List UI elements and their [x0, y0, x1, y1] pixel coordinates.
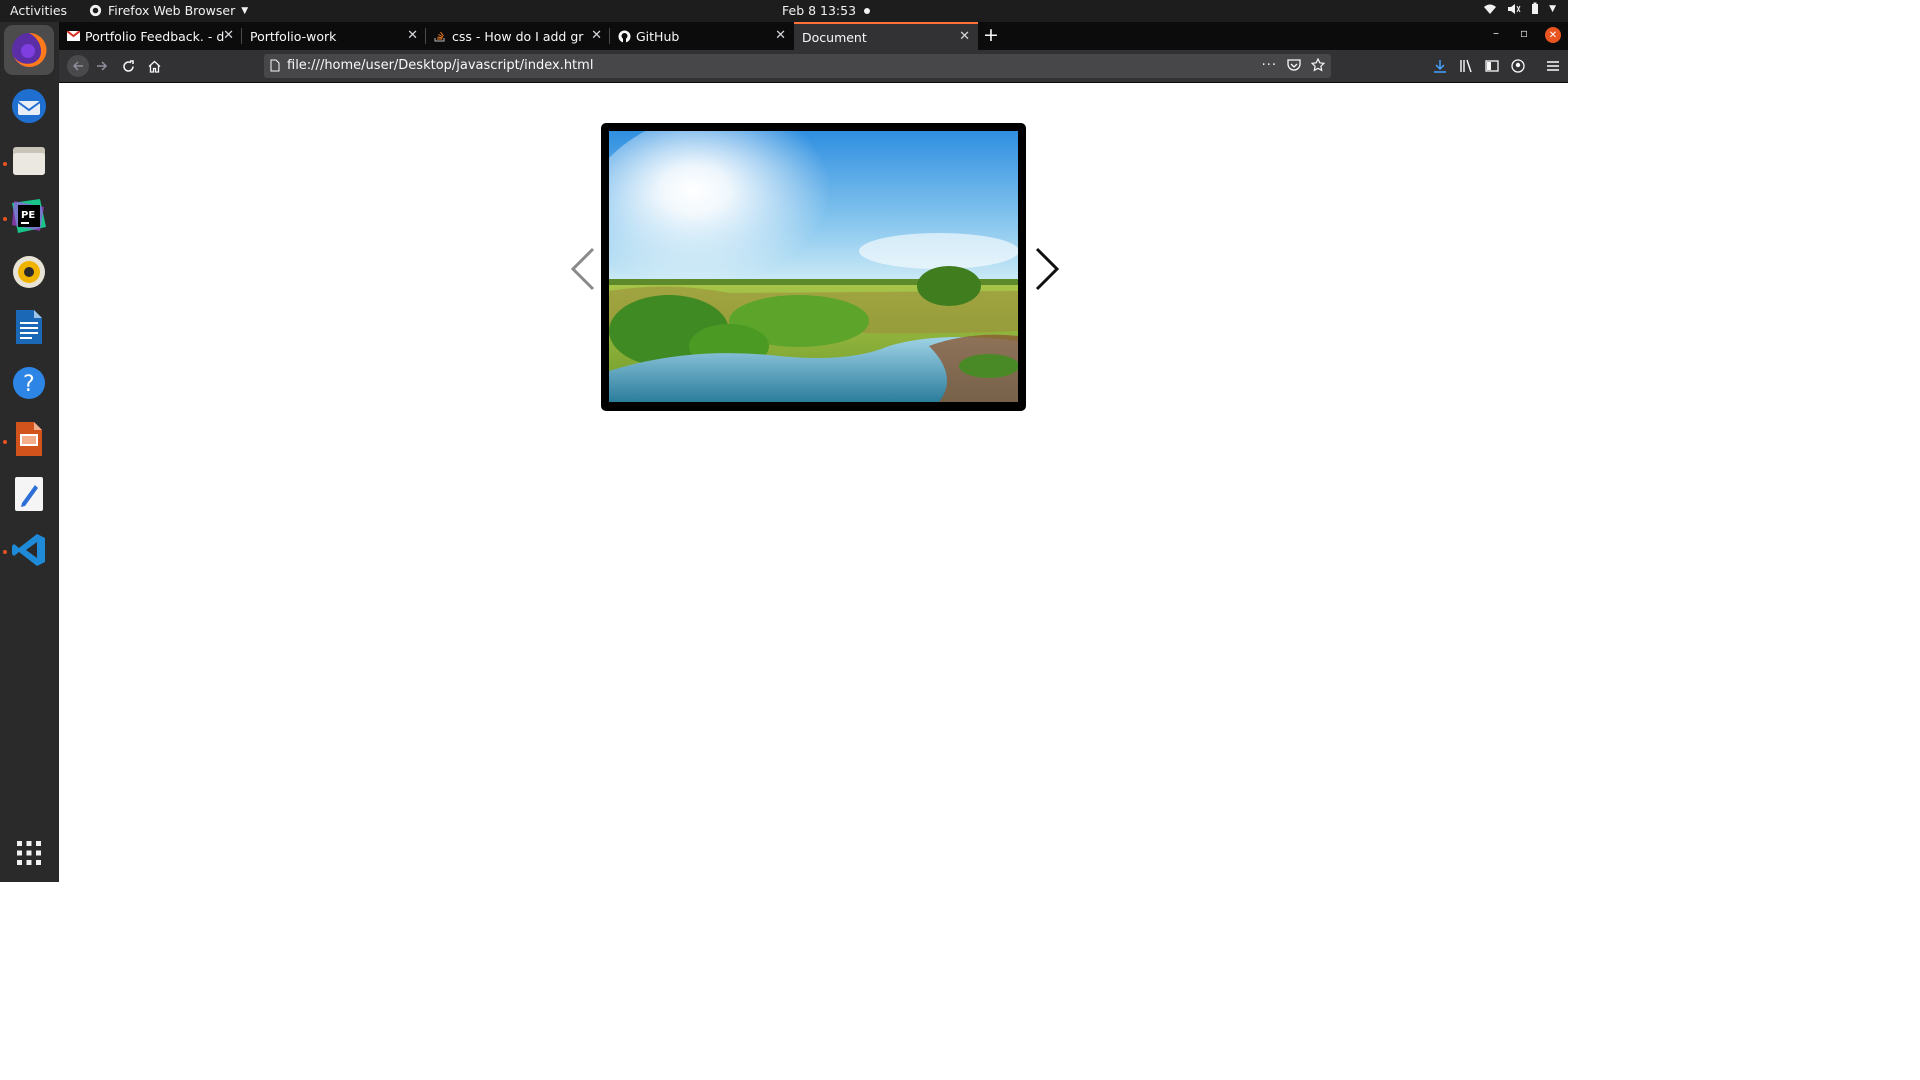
- url-actions: ···: [1262, 58, 1325, 73]
- back-button[interactable]: [67, 55, 89, 77]
- rhythmbox-icon: [13, 256, 45, 288]
- running-indicator: [3, 550, 7, 554]
- wifi-icon: [1484, 4, 1497, 14]
- page-icon: [270, 59, 280, 72]
- tab-title: Portfolio Feedback. - dal: [85, 28, 225, 44]
- close-icon[interactable]: ✕: [591, 28, 602, 43]
- chevron-left-icon: [570, 247, 595, 291]
- slider-frame: [601, 123, 1026, 411]
- nav-bar: file:///home/user/Desktop/javascript/ind…: [59, 50, 1568, 83]
- gmail-icon: [67, 31, 80, 41]
- minimize-button[interactable]: –: [1493, 26, 1499, 40]
- clock-label: Feb 8 13:53: [782, 3, 857, 18]
- arrow-left-icon: [72, 61, 83, 71]
- thunderbird-icon: [12, 89, 46, 123]
- battery-icon: [1532, 2, 1539, 14]
- sidebar-icon[interactable]: [1485, 59, 1499, 73]
- caret-down-icon: ▼: [241, 5, 249, 16]
- tab-document[interactable]: Document ✕: [794, 22, 978, 50]
- close-window-button[interactable]: ✕: [1545, 27, 1561, 43]
- running-indicator: [3, 162, 7, 166]
- tab-portfolio-work[interactable]: Portfolio-work ✕: [242, 22, 426, 50]
- pocket-icon[interactable]: [1287, 58, 1301, 72]
- chevron-right-icon: [1035, 247, 1060, 291]
- firefox-icon: [12, 32, 47, 67]
- arrow-right-icon: [97, 61, 108, 71]
- impress-icon: [16, 422, 42, 456]
- forward-button[interactable]: [93, 57, 111, 75]
- tab-github[interactable]: GitHub ✕: [610, 22, 794, 50]
- url-bar[interactable]: file:///home/user/Desktop/javascript/ind…: [264, 54, 1331, 78]
- github-icon: [618, 30, 631, 43]
- tab-title: GitHub: [636, 28, 680, 44]
- close-icon[interactable]: ✕: [959, 29, 970, 44]
- svg-text:PE: PE: [21, 210, 35, 221]
- new-tab-button[interactable]: +: [983, 24, 999, 46]
- reload-icon: [122, 59, 134, 72]
- page-actions-icon[interactable]: ···: [1262, 58, 1277, 73]
- activities-button[interactable]: Activities: [10, 3, 67, 18]
- system-tray[interactable]: ▼: [1483, 2, 1556, 15]
- tab-title: Document: [802, 29, 867, 45]
- download-icon[interactable]: [1433, 59, 1447, 73]
- writer-icon: [16, 310, 42, 344]
- dock-show-apps[interactable]: [8, 832, 50, 874]
- hamburger-menu-icon[interactable]: [1546, 59, 1560, 73]
- volume-muted-icon: [1508, 3, 1521, 14]
- dock-vscode[interactable]: [8, 529, 50, 571]
- phpstorm-icon: PE: [12, 199, 46, 233]
- tab-title: Portfolio-work: [250, 28, 337, 44]
- home-button[interactable]: [145, 57, 163, 75]
- url-text: file:///home/user/Desktop/javascript/ind…: [287, 58, 594, 73]
- tab-stackoverflow[interactable]: css - How do I add grid in ✕: [426, 22, 610, 50]
- close-icon[interactable]: ✕: [223, 28, 234, 43]
- close-icon[interactable]: ✕: [407, 28, 418, 43]
- text-editor-icon: [15, 477, 43, 511]
- dock-firefox[interactable]: [4, 25, 54, 75]
- close-icon[interactable]: ✕: [775, 28, 786, 43]
- library-icon[interactable]: [1459, 59, 1473, 73]
- next-slide-button[interactable]: [1033, 247, 1063, 291]
- app-grid-icon: [17, 841, 41, 865]
- tab-title: css - How do I add grid in: [452, 28, 584, 44]
- restore-button[interactable]: ▫: [1520, 26, 1528, 40]
- running-indicator: [3, 440, 7, 444]
- stackoverflow-icon: [434, 31, 445, 42]
- system-menu-caret-icon: ▼: [1549, 3, 1556, 14]
- tab-portfolio-feedback[interactable]: Portfolio Feedback. - dal ✕: [59, 22, 242, 50]
- dock-text-editor[interactable]: [8, 473, 50, 515]
- gnome-top-bar: Activities Firefox Web Browser ▼ Feb 8 1…: [0, 0, 1568, 22]
- prev-slide-button[interactable]: [567, 247, 597, 291]
- page-content: [59, 83, 1568, 882]
- vscode-icon: [12, 534, 45, 566]
- dock-impress[interactable]: [8, 418, 50, 460]
- clock[interactable]: Feb 8 13:53: [782, 3, 871, 18]
- dock-files[interactable]: [8, 140, 50, 182]
- home-icon: [148, 60, 160, 73]
- app-menu-label: Firefox Web Browser: [108, 3, 236, 18]
- account-icon[interactable]: [1511, 59, 1525, 73]
- bookmark-star-icon[interactable]: [1311, 58, 1325, 72]
- dock-rhythmbox[interactable]: [8, 251, 50, 293]
- help-icon: ?: [13, 367, 45, 399]
- firefox-small-icon: [89, 4, 102, 17]
- reload-button[interactable]: [119, 57, 137, 75]
- files-icon: [13, 147, 45, 175]
- app-menu[interactable]: Firefox Web Browser ▼: [89, 3, 248, 18]
- svg-text:?: ?: [23, 372, 35, 397]
- landscape-sun-river-image: [609, 131, 1018, 402]
- ubuntu-dock: PE ?: [0, 22, 60, 882]
- tab-strip: Portfolio Feedback. - dal ✕ Portfolio-wo…: [59, 22, 1568, 50]
- dock-writer[interactable]: [8, 306, 50, 348]
- running-indicator: [3, 217, 7, 221]
- dock-phpstorm[interactable]: PE: [8, 195, 50, 237]
- notification-dot-icon: [864, 7, 871, 14]
- dock-thunderbird[interactable]: [8, 85, 50, 127]
- dock-help[interactable]: ?: [8, 362, 50, 404]
